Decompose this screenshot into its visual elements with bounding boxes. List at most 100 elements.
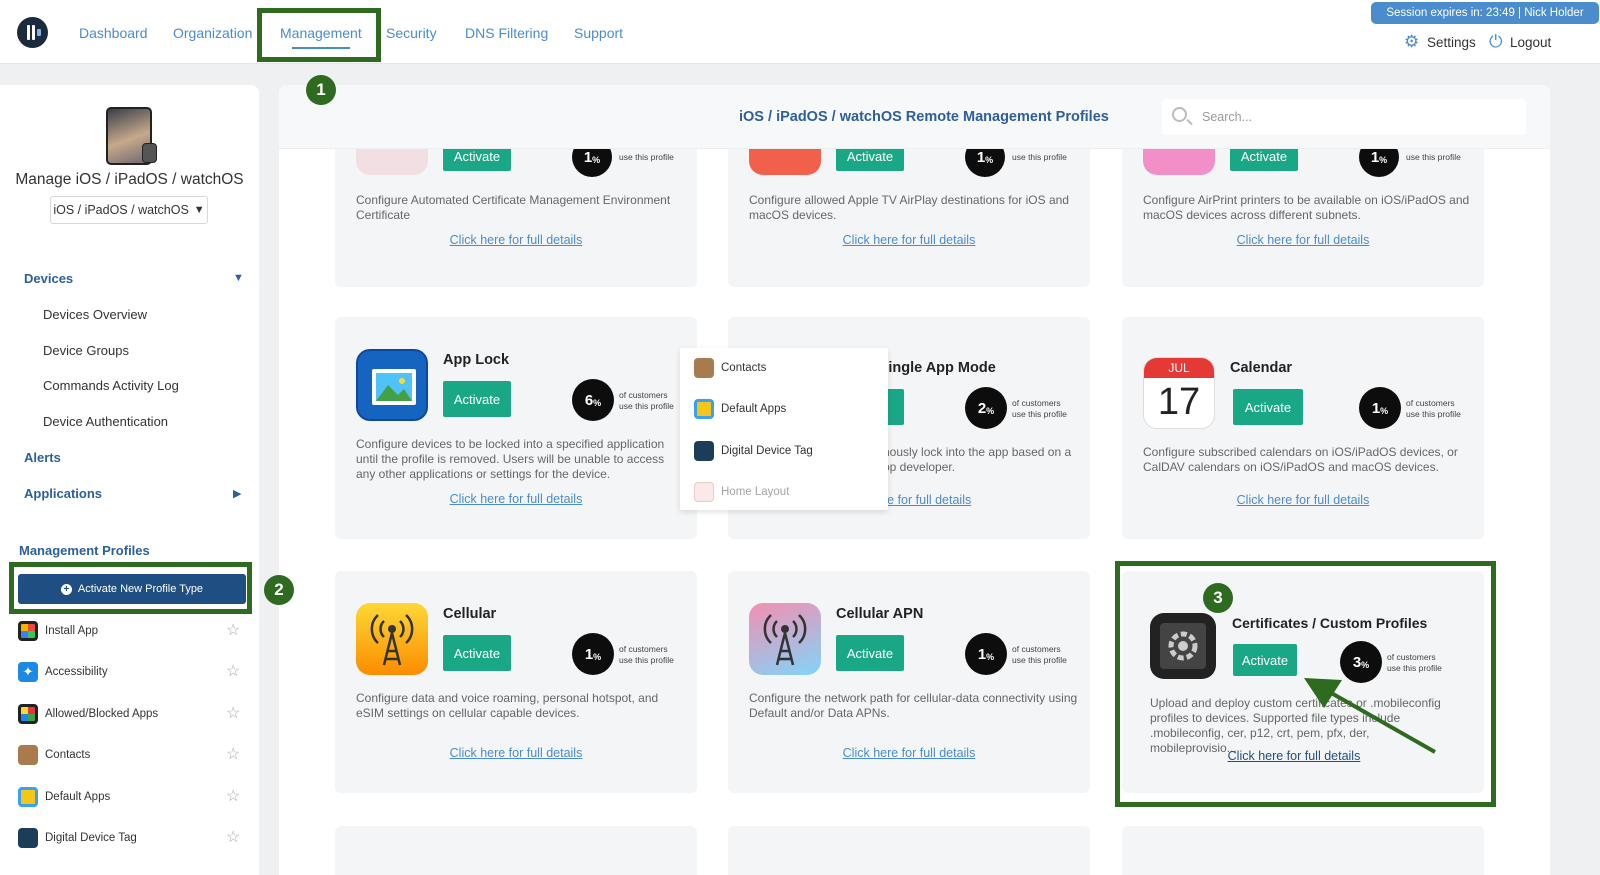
activate-button[interactable]: Activate	[443, 381, 511, 417]
activate-button[interactable]: Activate	[836, 635, 904, 671]
step-badge-3: 3	[1203, 583, 1233, 613]
management-profiles-heading: Management Profiles	[19, 543, 150, 558]
sidebar-title: Manage iOS / iPadOS / watchOS	[15, 171, 244, 188]
cellular-apn-icon	[749, 603, 821, 675]
nav-dashboard[interactable]: Dashboard	[79, 25, 148, 41]
profile-label: Contacts	[45, 749, 91, 761]
step-badge-2: 2	[264, 575, 294, 605]
star-icon[interactable]: ☆	[226, 704, 240, 724]
card-title: Cellular APN	[836, 606, 924, 622]
sidebar-device-groups[interactable]: Device Groups	[43, 343, 129, 358]
sidebar-profile-allowed-blocked-apps[interactable]: Allowed/Blocked Apps ☆	[18, 704, 248, 726]
full-details-link[interactable]: Click here for full details	[335, 746, 697, 760]
search-input[interactable]	[1202, 107, 1502, 127]
allowed-blocked-apps-icon	[18, 704, 38, 724]
home-layout-icon	[694, 482, 714, 502]
sidebar-applications[interactable]: Applications	[24, 486, 102, 501]
calendar-month: JUL	[1144, 358, 1214, 378]
card-description: Configure Automated Certificate Manageme…	[356, 193, 671, 222]
full-details-link[interactable]: Click here for full details	[728, 233, 1090, 247]
profile-label: Digital Device Tag	[45, 832, 137, 844]
activate-button[interactable]: Activate	[1233, 389, 1303, 425]
nav-organization[interactable]: Organization	[173, 25, 252, 41]
search-icon	[1172, 107, 1187, 122]
device-image	[106, 107, 157, 165]
sidebar-profile-install-app[interactable]: Install App ☆	[18, 621, 248, 643]
card-description: Configure devices to be locked into a sp…	[356, 437, 665, 481]
session-badge: Session expires in: 23:49 | Nick Holder	[1371, 2, 1599, 24]
card-description: Configure data and voice roaming, person…	[356, 691, 659, 720]
profile-label: Accessibility	[45, 666, 108, 678]
full-details-link[interactable]: Click here for full details	[1122, 233, 1484, 247]
calendar-icon: JUL 17	[1143, 357, 1215, 429]
caret-down-icon: ▼	[193, 204, 205, 216]
sidebar-commands-activity-log[interactable]: Commands Activity Log	[43, 378, 179, 393]
sidebar-devices-overview[interactable]: Devices Overview	[43, 307, 147, 322]
caret-right-icon[interactable]: ▶	[233, 487, 241, 500]
nav-support[interactable]: Support	[574, 25, 623, 41]
watch-icon	[142, 143, 157, 163]
sidebar-profile-accessibility[interactable]: ✦ Accessibility ☆	[18, 662, 248, 684]
activate-button[interactable]: Activate	[1233, 644, 1297, 676]
page-title: iOS / iPadOS / watchOS Remote Management…	[739, 109, 1109, 125]
sidebar-device-authentication[interactable]: Device Authentication	[43, 414, 168, 429]
caret-down-icon[interactable]: ▼	[233, 272, 244, 284]
profile-label: Allowed/Blocked Apps	[45, 708, 159, 720]
nav-dns-filtering[interactable]: DNS Filtering	[465, 25, 548, 41]
dropdown-label: Default Apps	[721, 403, 787, 415]
sidebar-profile-digital-device-tag[interactable]: Digital Device Tag ☆	[18, 828, 248, 850]
os-select[interactable]: iOS / iPadOS / watchOS ▼	[50, 196, 208, 224]
dropdown-label: Home Layout	[721, 486, 790, 498]
power-icon[interactable]: ⏻	[1489, 33, 1502, 50]
usage-label: of customers use this profile	[1012, 398, 1067, 419]
full-details-link[interactable]: Click here for full details	[728, 746, 1090, 760]
usage-label: of customers use this profile	[619, 644, 674, 665]
profile-label: Default Apps	[45, 791, 111, 803]
sidebar-profile-default-apps[interactable]: Default Apps ☆	[18, 787, 248, 809]
usage-percent: 1%	[572, 633, 614, 675]
accessibility-icon: ✦	[18, 662, 38, 682]
full-details-link[interactable]: Click here for full details	[335, 233, 697, 247]
contacts-icon	[18, 745, 38, 765]
plus-icon: +	[60, 583, 72, 595]
search-box[interactable]	[1162, 99, 1526, 135]
calendar-day: 17	[1157, 381, 1201, 423]
card-title: App Lock	[443, 352, 510, 368]
usage-label: use this profile	[619, 152, 674, 162]
app-logo-icon[interactable]	[17, 17, 48, 48]
star-icon[interactable]: ☆	[226, 745, 240, 765]
logout-link[interactable]: Logout	[1510, 35, 1551, 50]
star-icon[interactable]: ☆	[226, 621, 240, 641]
nav-security[interactable]: Security	[386, 25, 437, 41]
profile-type-dropdown: Contacts Default Apps Digital Device Tag…	[680, 348, 888, 510]
settings-link[interactable]: Settings	[1427, 35, 1476, 50]
usage-percent: 1%	[1359, 387, 1401, 429]
dropdown-label: Digital Device Tag	[721, 445, 813, 457]
profile-card-calendar: JUL 17 Calendar Activate 1% of customers…	[1122, 317, 1484, 539]
full-details-link[interactable]: re for full details	[883, 493, 1083, 507]
full-details-link[interactable]: Click here for full details	[1122, 493, 1484, 507]
dropdown-label: Contacts	[721, 362, 767, 374]
profile-card-partial	[728, 826, 1090, 875]
sidebar-alerts[interactable]: Alerts	[24, 450, 61, 465]
gear-icon[interactable]: ⚙	[1404, 33, 1419, 50]
star-icon[interactable]: ☆	[226, 828, 240, 848]
star-icon[interactable]: ☆	[226, 787, 240, 807]
usage-percent: 6%	[572, 379, 614, 421]
card-title: Calendar	[1230, 360, 1293, 376]
contacts-icon	[694, 358, 714, 378]
nav-management[interactable]: Management	[280, 25, 362, 49]
card-description: nously lock into the app based on a pp d…	[883, 445, 1072, 474]
usage-percent: 1%	[965, 633, 1007, 675]
usage-label: of customers use this profile	[1012, 644, 1067, 665]
activate-button[interactable]: Activate	[443, 635, 511, 671]
certificate-gear-icon	[1150, 613, 1216, 679]
usage-label: use this profile	[1406, 152, 1461, 162]
activate-new-profile-button[interactable]: + Activate New Profile Type	[18, 574, 246, 604]
default-apps-icon	[18, 787, 38, 807]
full-details-link[interactable]: Click here for full details	[335, 492, 697, 506]
sidebar-profile-contacts[interactable]: Contacts ☆	[18, 745, 248, 767]
sidebar-devices[interactable]: Devices	[24, 271, 73, 286]
os-select-value: iOS / iPadOS / watchOS	[53, 203, 189, 217]
star-icon[interactable]: ☆	[226, 662, 240, 682]
